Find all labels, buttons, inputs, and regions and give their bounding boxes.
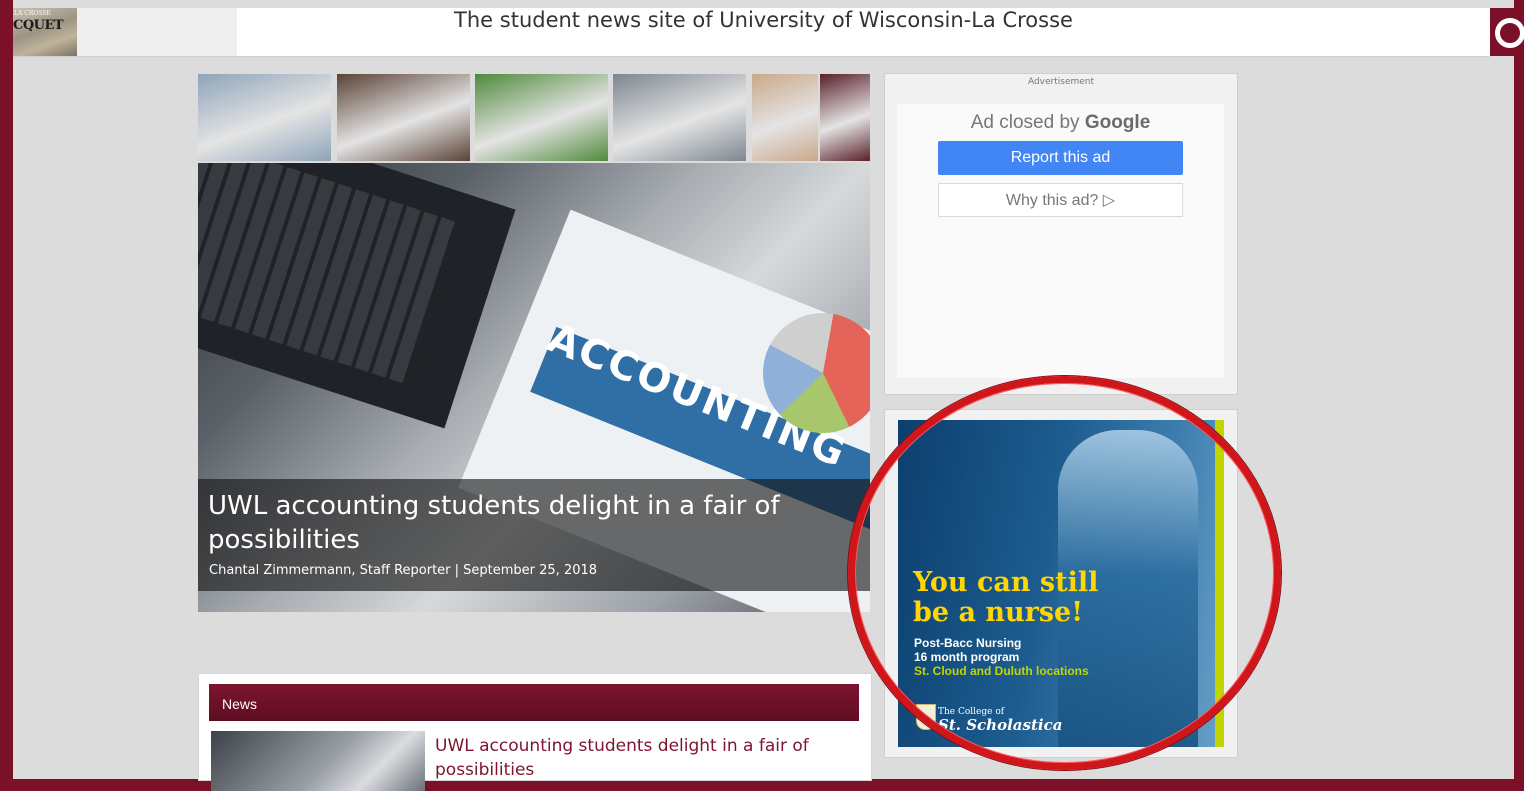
logo-word: CQUET [13, 18, 64, 33]
portrait-thumb[interactable] [752, 74, 818, 161]
hero-byline: Chantal Zimmermann, Staff Reporter | Sep… [209, 563, 598, 578]
header-left-panel [77, 8, 237, 56]
ad-closed-text: Ad closed by Google [897, 112, 1224, 134]
ad-closed-prefix: Ad closed by [970, 112, 1080, 133]
news-item-link[interactable]: UWL accounting students delight in a fai… [435, 734, 835, 782]
search-button[interactable] [1490, 8, 1524, 56]
site-logo[interactable]: LA CROSSE CQUET [13, 8, 77, 56]
highlight-circle-annotation [848, 376, 1281, 770]
advertisement-label: Advertisement [1027, 77, 1095, 87]
students-thumb[interactable] [337, 74, 470, 161]
group-thumb[interactable] [613, 74, 746, 161]
search-icon [1495, 18, 1524, 48]
actress-thumb[interactable] [820, 74, 870, 161]
laptop-image [198, 163, 516, 429]
hero-title[interactable]: UWL accounting students delight in a fai… [208, 489, 808, 557]
why-this-ad-button[interactable]: Why this ad? ▷ [938, 183, 1183, 217]
site-header: LA CROSSE CQUET The student news site of… [13, 8, 1490, 57]
news-item-thumbnail[interactable] [211, 731, 425, 791]
site-tagline: The student news site of University of W… [454, 8, 1073, 32]
ad-closed-panel: Ad closed by Google Report this ad Why t… [897, 104, 1224, 378]
news-section-title: News [222, 696, 258, 712]
advertisement-box: Advertisement Ad closed by Google Report… [884, 73, 1238, 395]
accounting-thumb[interactable] [198, 74, 331, 161]
google-wordmark: Google [1084, 112, 1151, 133]
news-section-header[interactable]: News [209, 684, 859, 721]
logo-small-text: LA CROSSE [14, 10, 51, 17]
news-section: News UWL accounting students delight in … [198, 673, 872, 791]
golf-thumb[interactable] [475, 74, 608, 161]
hero-story[interactable]: ACCOUNTING UWL accounting students delig… [198, 163, 870, 612]
report-ad-button[interactable]: Report this ad [938, 141, 1183, 175]
